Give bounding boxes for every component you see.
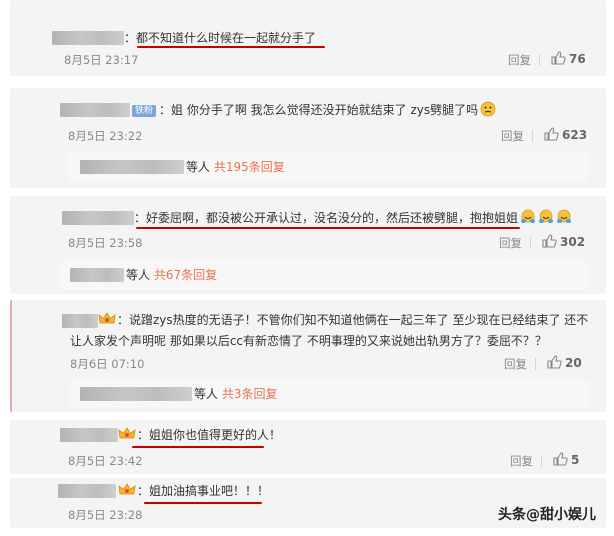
reply-button[interactable]: 回复 bbox=[499, 235, 522, 251]
vip-crown-icon bbox=[98, 312, 116, 324]
replies-summary[interactable]: 等人 共67条回复 bbox=[60, 260, 588, 290]
view-replies-link[interactable]: 共195条回复 bbox=[214, 160, 285, 174]
like-count: 20 bbox=[565, 356, 582, 370]
watermark: 头条@甜小娱儿 bbox=[498, 507, 596, 523]
reply-button[interactable]: 回复 bbox=[501, 128, 524, 144]
comment-text: ：姐加油搞事业吧！！！ bbox=[137, 484, 270, 498]
replies-summary-text: 等人 共195条回复 bbox=[186, 157, 285, 177]
comment-text: ：说蹭zys热度的无语子！不管你们知不知道他俩在一起三年了 至少现在已经结束了 … bbox=[117, 313, 589, 327]
replier-blurred bbox=[80, 160, 184, 174]
highlight-underline bbox=[137, 46, 325, 48]
highlight-underline bbox=[136, 227, 520, 229]
like-button[interactable]: 20 bbox=[547, 355, 582, 371]
comment-text-line: ：好委屈啊，都没被公开承认过，没名没分的，然后还被劈腿，抱抱姐姐 bbox=[134, 208, 572, 228]
comment-text-line-1: ：说蹭zys热度的无语子！不管你们知不知道他俩在一起三年了 至少现在已经结束了 … bbox=[98, 310, 588, 330]
thumbs-up-icon bbox=[547, 355, 562, 369]
username-blurred[interactable] bbox=[60, 103, 130, 117]
thumbs-up-icon bbox=[544, 127, 559, 141]
highlight-underline bbox=[132, 446, 264, 448]
highlight-underline bbox=[144, 502, 262, 504]
reply-button[interactable]: 回复 bbox=[510, 453, 533, 469]
comment-card-2: 铁粉 ：姐 你分手了啊 我怎么觉得还没开始就结束了 zys劈腿了吗 8月5日 23… bbox=[10, 88, 606, 188]
replies-prefix: 等人 bbox=[186, 160, 211, 174]
replies-summary-text: 等人 共67条回复 bbox=[126, 265, 217, 285]
comment-text-line: ：姐姐你也值得更好的人！ bbox=[118, 425, 281, 445]
divider bbox=[535, 358, 536, 370]
comment-text: ：好委屈啊，都没被公开承认过，没名没分的，然后还被劈腿，抱抱姐姐 bbox=[134, 211, 519, 225]
divider bbox=[539, 54, 540, 66]
username-blurred[interactable] bbox=[60, 428, 118, 442]
hug-emoji-icon bbox=[557, 209, 572, 223]
view-replies-link[interactable]: 共3条回复 bbox=[222, 387, 278, 401]
fan-badge: 铁粉 bbox=[132, 105, 157, 117]
replies-summary-text: 等人 共3条回复 bbox=[194, 384, 277, 404]
comment-card-3: ：好委屈啊，都没被公开承认过，没名没分的，然后还被劈腿，抱抱姐姐 8月5日 23… bbox=[10, 196, 606, 294]
hug-emoji-icon bbox=[539, 209, 554, 223]
comment-text: ：都不知道什么时候在一起就分手了 bbox=[124, 31, 317, 45]
like-button[interactable]: 623 bbox=[544, 127, 587, 143]
comment-card-4: ：说蹭zys热度的无语子！不管你们知不知道他俩在一起三年了 至少现在已经结束了 … bbox=[10, 300, 606, 412]
comment-text: ：姐姐你也值得更好的人！ bbox=[137, 428, 282, 442]
divider bbox=[541, 455, 542, 467]
replies-prefix: 等人 bbox=[194, 387, 219, 401]
comment-time: 8月5日 23:58 bbox=[68, 236, 143, 250]
thumbs-up-icon bbox=[553, 452, 568, 466]
like-button[interactable]: 5 bbox=[553, 452, 579, 468]
vip-crown-icon bbox=[118, 427, 136, 439]
like-count: 623 bbox=[562, 128, 588, 142]
replies-prefix: 等人 bbox=[126, 268, 151, 282]
thumbs-up-icon bbox=[542, 234, 557, 248]
thinking-emoji-icon bbox=[480, 101, 496, 117]
thumbs-up-icon bbox=[551, 51, 566, 65]
username-blurred[interactable] bbox=[58, 484, 116, 498]
comment-card-5: ：姐姐你也值得更好的人！ 8月5日 23:42 回复 5 bbox=[10, 420, 606, 474]
vip-crown-icon bbox=[118, 483, 136, 495]
like-button[interactable]: 76 bbox=[551, 51, 586, 67]
comment-text-line-2: 让人家发个声明呢 那如果以后cc有新恋情了 不明事理的又来说她出轨男方了？委屈不… bbox=[70, 334, 547, 348]
comment-time: 8月6日 07:10 bbox=[70, 357, 145, 371]
comment-time: 8月5日 23:42 bbox=[68, 454, 143, 468]
divider bbox=[530, 237, 531, 249]
view-replies-link[interactable]: 共67条回复 bbox=[154, 268, 217, 282]
replier-blurred bbox=[70, 268, 124, 282]
comment-author-badge-line: 铁粉 ：姐 你分手了啊 我怎么觉得还没开始就结束了 zys劈腿了吗 bbox=[132, 100, 496, 120]
comment-time: 8月5日 23:22 bbox=[68, 129, 143, 143]
comment-time: 8月5日 23:28 bbox=[68, 508, 143, 522]
like-count: 302 bbox=[560, 235, 586, 249]
username-blurred[interactable] bbox=[62, 211, 134, 225]
username-blurred[interactable] bbox=[62, 314, 98, 328]
replier-blurred bbox=[80, 387, 192, 401]
comment-text-line: ：姐加油搞事业吧！！！ bbox=[118, 481, 269, 501]
replies-summary[interactable]: 等人 共195条回复 bbox=[68, 152, 588, 182]
like-button[interactable]: 302 bbox=[542, 234, 585, 250]
comment-time: 8月5日 23:17 bbox=[64, 53, 139, 67]
like-count: 5 bbox=[571, 453, 580, 467]
reply-button[interactable]: 回复 bbox=[508, 52, 531, 68]
username-blurred[interactable] bbox=[52, 31, 124, 45]
reply-button[interactable]: 回复 bbox=[504, 356, 527, 372]
replies-summary[interactable]: 等人 共3条回复 bbox=[70, 380, 590, 408]
comment-card-1: ：都不知道什么时候在一起就分手了 8月5日 23:17 回复 76 bbox=[10, 0, 606, 76]
divider bbox=[532, 130, 533, 142]
like-count: 76 bbox=[569, 52, 586, 66]
hug-emoji-icon bbox=[521, 209, 536, 223]
comment-text: ：姐 你分手了啊 我怎么觉得还没开始就结束了 zys劈腿了吗 bbox=[159, 103, 479, 117]
